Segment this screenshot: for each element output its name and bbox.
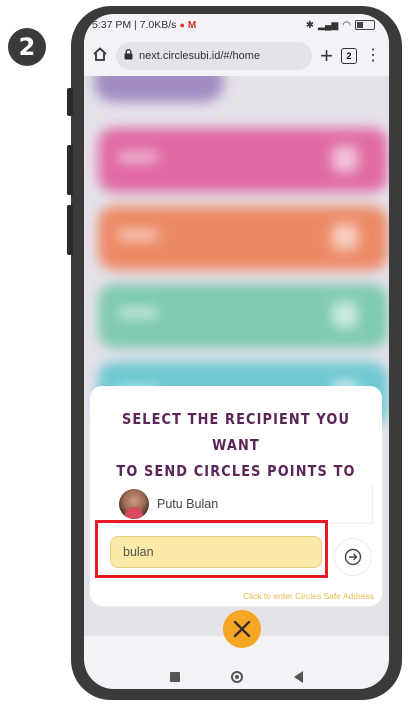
- recipient-item[interactable]: Putu Bulan: [115, 484, 373, 524]
- home-nav-icon[interactable]: [230, 671, 243, 683]
- notification-icon: ●: [179, 20, 185, 30]
- signal-icon: ▂▄▆: [318, 19, 339, 30]
- phone-side-button: [67, 205, 73, 255]
- lock-icon: [124, 49, 133, 63]
- home-icon[interactable]: [92, 46, 108, 67]
- gmail-icon: M: [187, 19, 197, 31]
- phone-volume-button: [67, 88, 73, 116]
- close-icon: [233, 620, 251, 638]
- input-highlight-box: [95, 520, 328, 578]
- status-time: 5:37 PM | 7.0KB/s: [92, 19, 177, 31]
- tab-switcher-button[interactable]: 2: [341, 48, 357, 64]
- plus-icon[interactable]: +: [320, 45, 333, 67]
- android-nav-bar: [84, 665, 389, 689]
- wifi-icon: ◠: [342, 19, 351, 31]
- recents-icon[interactable]: [169, 672, 180, 682]
- enter-safe-address-link[interactable]: Click to enter Circles Safe Address: [190, 591, 374, 601]
- step-badge: 2: [8, 28, 46, 66]
- url-text: next.circlesubi.id/#/home: [139, 50, 261, 62]
- phone-screen: 5:37 PM | 7.0KB/s ● M ✱ ▂▄▆ ◠ next.circl…: [84, 14, 389, 689]
- back-icon[interactable]: [294, 671, 304, 683]
- arrow-right-circle-icon: [344, 548, 362, 566]
- status-bar: 5:37 PM | 7.0KB/s ● M ✱ ▂▄▆ ◠: [84, 14, 389, 36]
- kebab-icon[interactable]: ⋮: [365, 48, 381, 64]
- browser-toolbar: next.circlesubi.id/#/home + 2 ⋮: [84, 36, 389, 76]
- battery-icon: [355, 20, 375, 30]
- close-button[interactable]: [223, 610, 261, 648]
- search-go-button[interactable]: [334, 538, 372, 576]
- avatar: [119, 488, 149, 519]
- dialog-title: SELECT THE RECIPIENT YOU WANT TO SEND CI…: [116, 410, 356, 480]
- bluetooth-icon: ✱: [305, 19, 315, 31]
- phone-side-button: [67, 145, 73, 195]
- url-bar[interactable]: next.circlesubi.id/#/home: [116, 42, 313, 70]
- recipient-name: Putu Bulan: [157, 496, 219, 511]
